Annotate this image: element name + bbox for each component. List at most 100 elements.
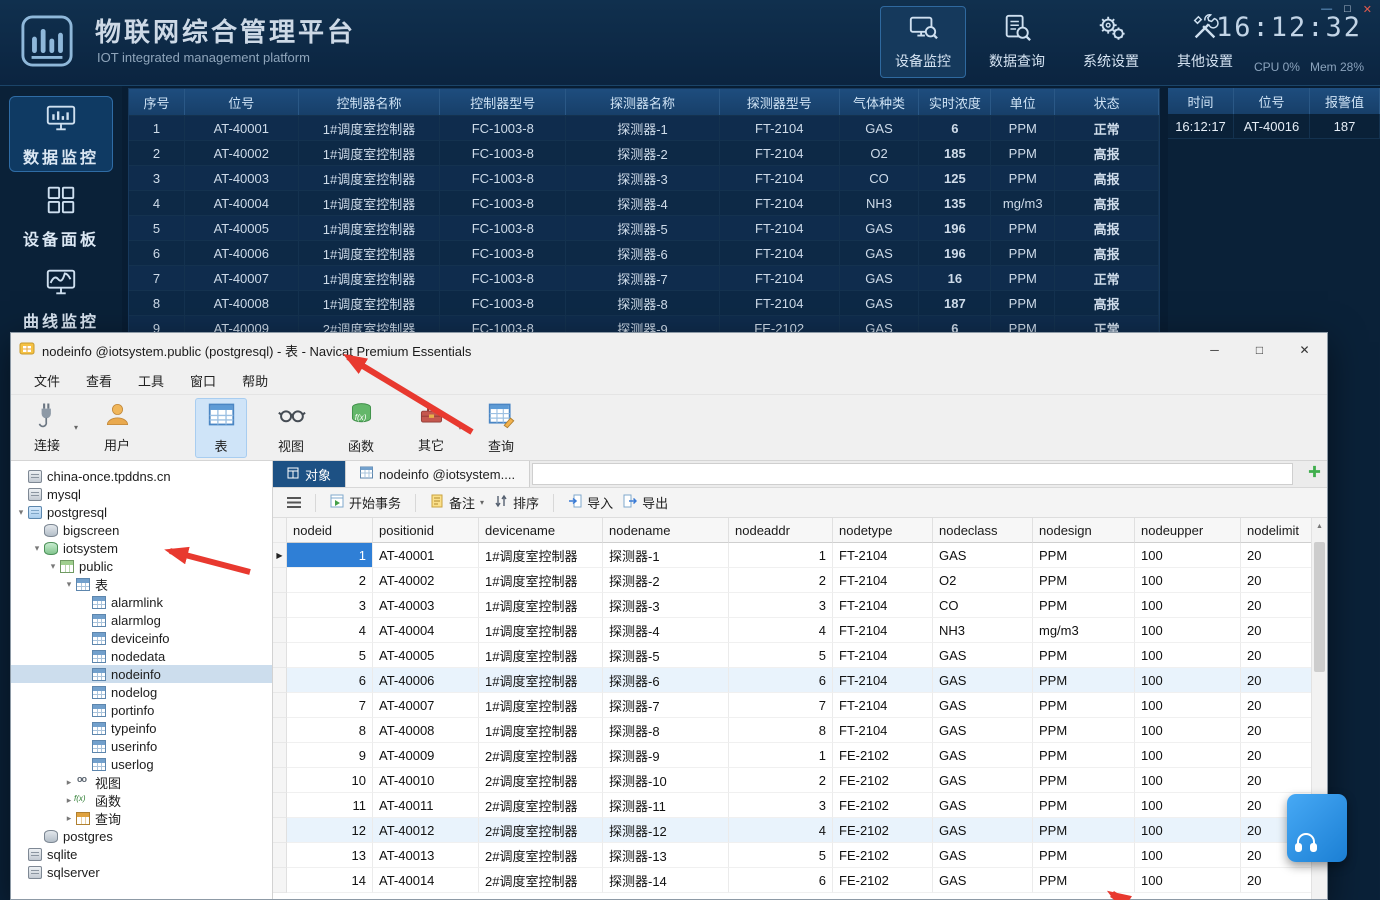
cell-devicename[interactable]: 2#调度室控制器 [479, 768, 603, 793]
navicat-titlebar[interactable]: nodeinfo @iotsystem.public (postgresql) … [11, 333, 1327, 367]
table-row[interactable]: 13 AT-40013 2#调度室控制器 探测器-13 5 FE-2102 GA… [273, 843, 1313, 868]
cell-devicename[interactable]: 1#调度室控制器 [479, 718, 603, 743]
cell-nodeid[interactable]: 6 [287, 668, 373, 693]
cell-nodesign[interactable]: PPM [1033, 543, 1135, 568]
tree-expand-arrow[interactable] [47, 561, 59, 572]
cell-positionid[interactable]: AT-40013 [373, 843, 479, 868]
maximize-button[interactable]: □ [1237, 333, 1282, 366]
tree-item[interactable]: alarmlink [11, 593, 272, 611]
row-selector[interactable] [273, 843, 287, 868]
cell-nodetype[interactable]: FE-2102 [833, 768, 933, 793]
cell-nodename[interactable]: 探测器-3 [603, 593, 729, 618]
cell-nodeaddr[interactable]: 1 [729, 543, 833, 568]
cell-nodename[interactable]: 探测器-9 [603, 743, 729, 768]
row-selector[interactable] [273, 543, 287, 568]
cell-nodeaddr[interactable]: 4 [729, 618, 833, 643]
table-row[interactable]: 4 AT-40004 1#调度室控制器 FC-1003-8 探测器-4 FT-2… [129, 190, 1159, 215]
tree-item[interactable]: mysql [11, 485, 272, 503]
tree-item[interactable]: 表 [11, 575, 272, 593]
chevron-down-icon[interactable]: ▾ [480, 498, 484, 507]
toolbar-function-button[interactable]: f(x) 函数 [335, 398, 387, 458]
cell-nodesign[interactable]: PPM [1033, 668, 1135, 693]
scrollbar-thumb[interactable] [1314, 542, 1325, 672]
minimize-button[interactable]: — [1321, 3, 1332, 16]
toolbar-view-button[interactable]: 视图 [265, 398, 317, 458]
column-header-nodelimit[interactable]: nodelimit [1241, 518, 1313, 543]
cell-nodeaddr[interactable]: 1 [729, 743, 833, 768]
new-tab-button[interactable] [1301, 461, 1327, 487]
cell-nodeid[interactable]: 10 [287, 768, 373, 793]
table-row[interactable]: 7 AT-40007 1#调度室控制器 FC-1003-8 探测器-7 FT-2… [129, 265, 1159, 290]
tree-item[interactable]: postgres [11, 827, 272, 845]
tab-nodeinfo[interactable]: nodeinfo @iotsystem.... [345, 461, 530, 487]
cell-nodelimit[interactable]: 20 [1241, 743, 1313, 768]
cell-positionid[interactable]: AT-40010 [373, 768, 479, 793]
sidebar-item-data-monitor[interactable]: 数据监控 [9, 96, 113, 172]
cell-nodeclass[interactable]: GAS [933, 693, 1033, 718]
row-selector[interactable] [273, 568, 287, 593]
table-row[interactable]: 4 AT-40004 1#调度室控制器 探测器-4 4 FT-2104 NH3 … [273, 618, 1313, 643]
tree-item[interactable]: china-once.tpddns.cn [11, 467, 272, 485]
cell-nodeaddr[interactable]: 5 [729, 643, 833, 668]
column-header-positionid[interactable]: positionid [373, 518, 479, 543]
cell-positionid[interactable]: AT-40004 [373, 618, 479, 643]
tree-expand-arrow[interactable] [63, 777, 75, 788]
tree-item[interactable]: iotsystem [11, 539, 272, 557]
table-row[interactable]: 2 AT-40002 1#调度室控制器 探测器-2 2 FT-2104 O2 P… [273, 568, 1313, 593]
sidebar-item-device-panel[interactable]: 设备面板 [9, 178, 113, 254]
cell-nodesign[interactable]: PPM [1033, 768, 1135, 793]
menu-item[interactable]: 窗口 [177, 367, 229, 394]
cell-nodeaddr[interactable]: 7 [729, 693, 833, 718]
column-header-nodeid[interactable]: nodeid [287, 518, 373, 543]
row-selector[interactable] [273, 718, 287, 743]
table-row[interactable]: 7 AT-40007 1#调度室控制器 探测器-7 7 FT-2104 GAS … [273, 693, 1313, 718]
cell-positionid[interactable]: AT-40005 [373, 643, 479, 668]
cell-nodelimit[interactable]: 20 [1241, 768, 1313, 793]
tab-objects[interactable]: 对象 [273, 461, 345, 487]
cell-nodeaddr[interactable]: 4 [729, 818, 833, 843]
tree-item[interactable]: 视图 [11, 773, 272, 791]
tree-expand-arrow[interactable] [31, 543, 43, 554]
cell-nodename[interactable]: 探测器-8 [603, 718, 729, 743]
cell-nodeclass[interactable]: GAS [933, 643, 1033, 668]
table-row[interactable]: 8 AT-40008 1#调度室控制器 FC-1003-8 探测器-8 FT-2… [129, 290, 1159, 315]
tree-item[interactable]: alarmlog [11, 611, 272, 629]
row-selector[interactable] [273, 693, 287, 718]
cell-nodetype[interactable]: FT-2104 [833, 543, 933, 568]
cell-nodesign[interactable]: PPM [1033, 793, 1135, 818]
cell-devicename[interactable]: 1#调度室控制器 [479, 593, 603, 618]
cell-devicename[interactable]: 1#调度室控制器 [479, 668, 603, 693]
cell-nodetype[interactable]: FT-2104 [833, 668, 933, 693]
column-header-nodesign[interactable]: nodesign [1033, 518, 1135, 543]
row-selector[interactable] [273, 743, 287, 768]
cell-nodeupper[interactable]: 100 [1135, 543, 1241, 568]
tree-item[interactable]: deviceinfo [11, 629, 272, 647]
cell-nodeupper[interactable]: 100 [1135, 643, 1241, 668]
column-header-nodeupper[interactable]: nodeupper [1135, 518, 1241, 543]
cell-nodeaddr[interactable]: 2 [729, 568, 833, 593]
floating-widget[interactable] [1287, 794, 1347, 862]
nav-system-settings[interactable]: 系统设置 [1068, 6, 1154, 78]
row-selector[interactable] [273, 768, 287, 793]
cell-nodeid[interactable]: 11 [287, 793, 373, 818]
table-row[interactable]: 1 AT-40001 1#调度室控制器 FC-1003-8 探测器-1 FT-2… [129, 115, 1159, 140]
cell-nodeclass[interactable]: GAS [933, 793, 1033, 818]
column-header-devicename[interactable]: devicename [479, 518, 603, 543]
column-header-nodename[interactable]: nodename [603, 518, 729, 543]
cell-nodesign[interactable]: PPM [1033, 568, 1135, 593]
cell-nodename[interactable]: 探测器-4 [603, 618, 729, 643]
cell-nodeclass[interactable]: GAS [933, 868, 1033, 893]
cell-nodeaddr[interactable]: 5 [729, 843, 833, 868]
cell-nodename[interactable]: 探测器-10 [603, 768, 729, 793]
cell-nodeaddr[interactable]: 3 [729, 793, 833, 818]
cell-nodeid[interactable]: 14 [287, 868, 373, 893]
cell-nodesign[interactable]: PPM [1033, 843, 1135, 868]
cell-nodename[interactable]: 探测器-11 [603, 793, 729, 818]
menu-icon[interactable] [287, 497, 301, 508]
tree-item[interactable]: nodeinfo [11, 665, 272, 683]
chevron-down-icon[interactable]: ▾ [74, 423, 78, 432]
cell-nodeclass[interactable]: GAS [933, 768, 1033, 793]
cell-nodelimit[interactable]: 20 [1241, 568, 1313, 593]
cell-nodesign[interactable]: mg/m3 [1033, 618, 1135, 643]
cell-nodelimit[interactable]: 20 [1241, 543, 1313, 568]
